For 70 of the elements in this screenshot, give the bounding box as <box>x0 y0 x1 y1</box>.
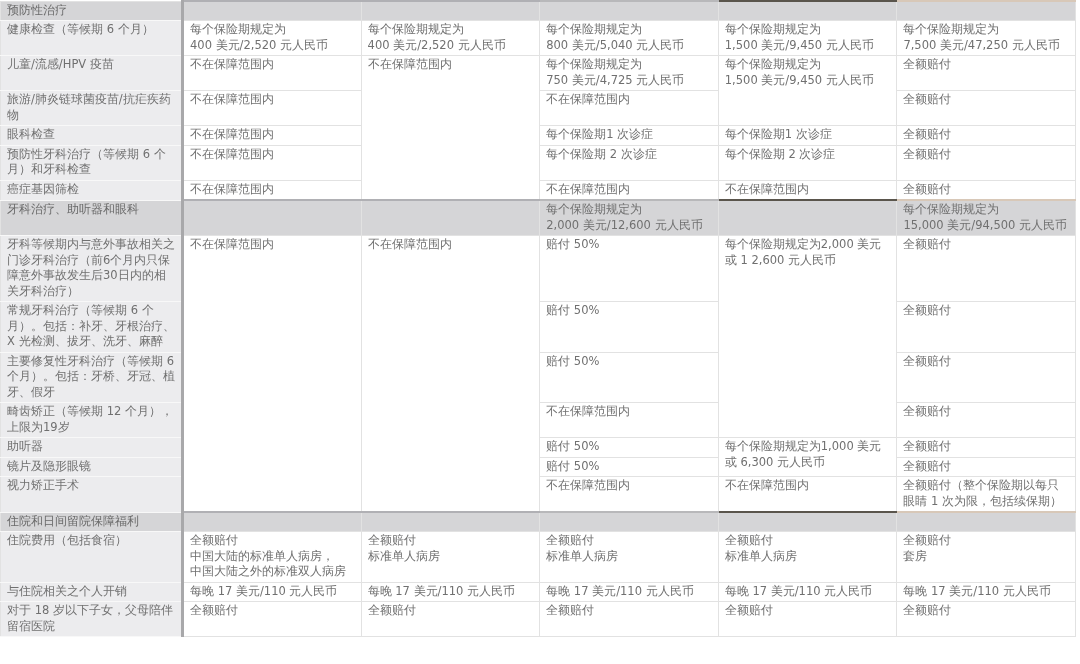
table-cell: 每晚 17 美元/110 元人民币 <box>718 582 897 602</box>
table-cell: 全额赔付 <box>896 437 1076 457</box>
table-cell: 每个保险期规定为 7,500 美元/47,250 元人民币 <box>896 20 1076 56</box>
table-cell: 全额赔付 标准单人病房 <box>539 531 719 582</box>
section-title: 预防性治疗 <box>0 1 183 21</box>
table-cell: 全额赔付 <box>896 90 1076 126</box>
table-cell: 每晚 17 美元/110 元人民币 <box>539 582 719 602</box>
table-cell: 全额赔付 标准单人病房 <box>361 531 540 582</box>
table-cell: 赔付 50% <box>539 301 719 352</box>
table-cell: 每个保险期1 次诊症 <box>539 125 719 145</box>
table-cell: 每个保险期规定为 2,000 美元/12,600 元人民币 <box>539 200 719 236</box>
table-cell: 每个保险期规定为 15,000 美元/94,500 元人民币 <box>896 200 1076 236</box>
row-label: 视力矫正手术 <box>0 476 183 512</box>
table-cell: 每个保险期规定为1,000 美元或 6,300 元人民币 <box>718 437 897 477</box>
table-cell: 每个保险期规定为 400 美元/2,520 元人民币 <box>361 20 540 56</box>
row-label: 畸齿矫正（等候期 12 个月），上限为19岁 <box>0 402 183 438</box>
row-label: 预防性牙科治疗（等候期 6 个月）和牙科检查 <box>0 145 183 180</box>
table-cell: 全额赔付 套房 <box>896 531 1076 582</box>
table-cell: 赔付 50% <box>539 437 719 457</box>
table-cell: 每个保险期规定为 1,500 美元/9,450 元人民币 <box>718 55 897 126</box>
row-label: 眼科检查 <box>0 125 183 145</box>
table-cell: 全额赔付 <box>896 457 1076 477</box>
table-cell: 每晚 17 美元/110 元人民币 <box>182 582 362 602</box>
row-label: 镜片及隐形眼镜 <box>0 457 183 477</box>
table-cell: 全额赔付 <box>539 601 719 637</box>
row-label: 儿童/流感/HPV 疫苗 <box>0 55 183 91</box>
table-cell: 全额赔付 <box>361 601 540 637</box>
row-label: 助听器 <box>0 437 183 457</box>
section-title: 住院和日间留院保障福利 <box>0 512 183 532</box>
table-cell: 不在保障范围内 <box>182 145 362 180</box>
table-cell: 全额赔付 <box>896 235 1076 302</box>
row-label: 住院费用（包括食宿） <box>0 531 183 582</box>
row-label: 癌症基因筛检 <box>0 180 183 200</box>
table-cell: 每个保险期规定为 400 美元/2,520 元人民币 <box>182 20 362 56</box>
table-cell: 全额赔付 <box>896 402 1076 438</box>
row-label: 旅游/肺炎链球菌疫苗/抗疟疾药物 <box>0 90 183 126</box>
table-cell: 不在保障范围内 <box>539 90 719 126</box>
table-cell: 全额赔付 <box>896 301 1076 352</box>
table-cell: 每晚 17 美元/110 元人民币 <box>896 582 1076 602</box>
row-label: 牙科等候期内与意外事故相关之门诊牙科治疗（前6个月内只保障意外事故发生后30日内的相关牙科治疗） <box>0 235 183 302</box>
table-cell: 每个保险期 2 次诊症 <box>718 145 897 180</box>
table-cell: 不在保障范围内 <box>182 55 362 91</box>
table-cell: 不在保障范围内 <box>182 90 362 126</box>
table-cell: 全额赔付 <box>896 55 1076 91</box>
table-cell: 不在保障范围内 <box>182 125 362 145</box>
section-title: 牙科治疗、助听器和眼科 <box>0 200 183 236</box>
row-label: 常规牙科治疗（等候期 6 个月）。包括：补牙、牙根治疗、X 光检测、拔牙、洗牙、麻醉 <box>0 301 183 352</box>
table-cell: 全额赔付 <box>182 601 362 637</box>
row-label: 与住院相关之个人开销 <box>0 582 183 602</box>
row-label: 健康检查（等候期 6 个月） <box>0 20 183 56</box>
table-cell: 全额赔付 <box>896 601 1076 637</box>
table-cell: 每个保险期规定为 800 美元/5,040 元人民币 <box>539 20 719 56</box>
table-cell: 每个保险期 2 次诊症 <box>539 145 719 180</box>
table-cell: 每个保险期规定为 750 美元/4,725 元人民币 <box>539 55 719 91</box>
table-cell: 每个保险期1 次诊症 <box>718 125 897 145</box>
table-cell: 每个保险期规定为2,000 美元或 1 2,600 元人民币 <box>718 235 897 438</box>
table-cell: 赔付 50% <box>539 235 719 302</box>
table-cell: 全额赔付 中国大陆的标准单人病房， 中国大陆之外的标准双人病房 <box>182 531 362 582</box>
table-cell: 每晚 17 美元/110 元人民币 <box>361 582 540 602</box>
table-cell: 全额赔付 <box>896 125 1076 145</box>
row-label: 主要修复性牙科治疗（等候期 6 个月）。包括：牙桥、牙冠、植牙、假牙 <box>0 352 183 403</box>
table-cell: 全额赔付 <box>896 145 1076 180</box>
table-cell: 全额赔付 标准单人病房 <box>718 531 897 582</box>
table-cell: 每个保险期规定为 1,500 美元/9,450 元人民币 <box>718 20 897 56</box>
table-cell: 全额赔付 <box>896 352 1076 403</box>
table-cell: 全额赔付 <box>718 601 897 637</box>
table-cell: 赔付 50% <box>539 352 719 403</box>
row-label: 对于 18 岁以下子女，父母陪伴留宿医院 <box>0 601 183 637</box>
table-cell: 不在保障范围内 <box>539 402 719 438</box>
table-cell: 赔付 50% <box>539 457 719 477</box>
